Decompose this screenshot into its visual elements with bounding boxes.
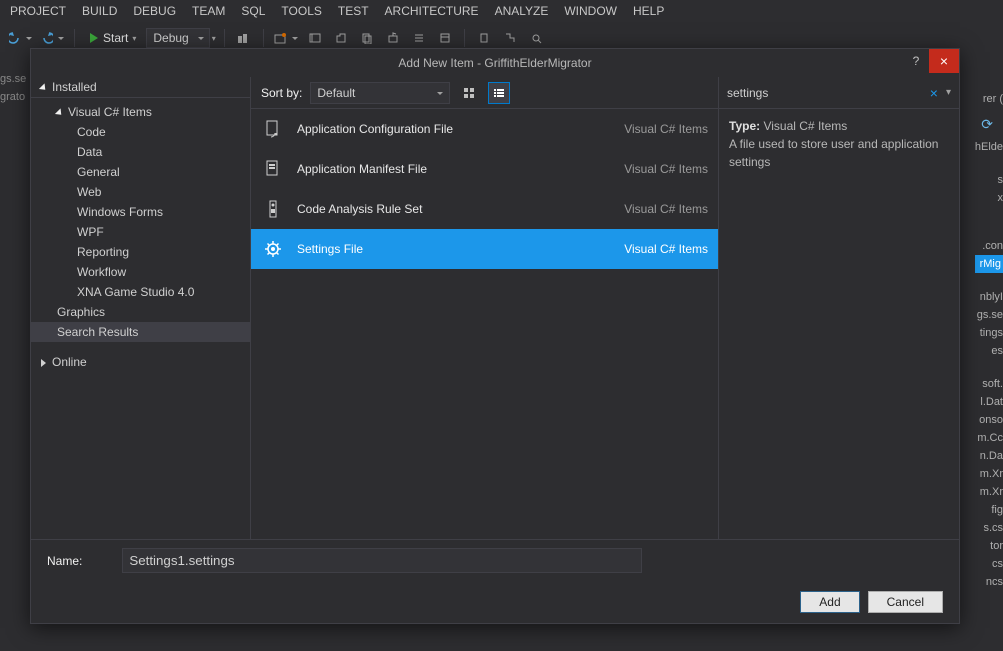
tree-item-winforms[interactable]: Windows Forms <box>31 202 250 222</box>
tool-icon[interactable] <box>408 27 430 49</box>
menu-bar: PROJECT BUILD DEBUG TEAM SQL TOOLS TEST … <box>0 0 1003 22</box>
view-list-button[interactable] <box>488 82 510 104</box>
add-button[interactable]: Add <box>800 591 859 613</box>
menu-test[interactable]: TEST <box>338 4 369 18</box>
type-value: Visual C# Items <box>763 119 847 133</box>
tool-icon[interactable] <box>525 27 547 49</box>
template-item[interactable]: Application Manifest File Visual C# Item… <box>251 149 718 189</box>
separator <box>263 29 264 47</box>
template-label: Settings File <box>297 242 612 256</box>
tree-root[interactable]: Visual C# Items <box>31 102 250 122</box>
menu-help[interactable]: HELP <box>633 4 664 18</box>
tree-item-reporting[interactable]: Reporting <box>31 242 250 262</box>
tree-item-data[interactable]: Data <box>31 142 250 162</box>
template-list-panel: Sort by: Default Application Configurati… <box>251 77 719 539</box>
view-tiles-button[interactable] <box>458 82 480 104</box>
tree-item-wpf[interactable]: WPF <box>31 222 250 242</box>
name-input[interactable] <box>122 548 642 573</box>
info-pane: Type: Visual C# Items A file used to sto… <box>719 109 959 179</box>
tool-icon[interactable] <box>434 27 456 49</box>
ruleset-icon <box>261 197 285 221</box>
tree-item-web[interactable]: Web <box>31 182 250 202</box>
add-new-item-dialog: Add New Item - GriffithElderMigrator ? ×… <box>30 48 960 624</box>
tree-item-code[interactable]: Code <box>31 122 250 142</box>
tree-item-general[interactable]: General <box>31 162 250 182</box>
tool-icon[interactable] <box>330 27 352 49</box>
tool-icon[interactable] <box>272 27 300 49</box>
dialog-title: Add New Item - GriffithElderMigrator <box>398 56 591 70</box>
description: A file used to store user and applicatio… <box>729 135 949 171</box>
menu-window[interactable]: WINDOW <box>564 4 617 18</box>
button-row: Add Cancel <box>31 581 959 623</box>
tool-icon[interactable] <box>499 27 521 49</box>
menu-build[interactable]: BUILD <box>82 4 117 18</box>
template-label: Application Manifest File <box>297 162 612 176</box>
tree-item-xna[interactable]: XNA Game Studio 4.0 <box>31 282 250 302</box>
search-box: × ▾ <box>719 77 959 109</box>
menu-team[interactable]: TEAM <box>192 4 225 18</box>
menu-project[interactable]: PROJECT <box>10 4 66 18</box>
template-category: Visual C# Items <box>624 122 708 136</box>
separator <box>74 29 75 47</box>
menu-sql[interactable]: SQL <box>241 4 265 18</box>
start-button[interactable]: Start ▾ <box>83 29 142 47</box>
separator <box>464 29 465 47</box>
settings-icon <box>261 237 285 261</box>
sort-dropdown[interactable]: Default <box>310 82 450 104</box>
type-label: Type: <box>729 119 760 133</box>
config-file-icon <box>261 117 285 141</box>
template-label: Application Configuration File <box>297 122 612 136</box>
template-category: Visual C# Items <box>624 162 708 176</box>
close-button[interactable]: × <box>929 49 959 73</box>
tool-icon[interactable] <box>473 27 495 49</box>
name-label: Name: <box>47 554 82 568</box>
forward-button[interactable] <box>38 27 66 49</box>
dialog-footer: Name: <box>31 539 959 581</box>
refresh-icon[interactable]: ⟳ <box>981 116 993 133</box>
manifest-file-icon <box>261 157 285 181</box>
background-text-right: rer ( hElde s x .con rMig nblyI gs.se ti… <box>975 90 1003 591</box>
tool-icon[interactable] <box>382 27 404 49</box>
template-category: Visual C# Items <box>624 242 708 256</box>
config-dropdown[interactable]: Debug <box>146 28 209 48</box>
search-clear-button[interactable]: × <box>926 85 942 101</box>
start-label: Start <box>103 31 128 45</box>
menu-architecture[interactable]: ARCHITECTURE <box>385 4 479 18</box>
search-dropdown-button[interactable]: ▾ <box>942 87 955 98</box>
menu-analyze[interactable]: ANALYZE <box>495 4 549 18</box>
sort-label: Sort by: <box>261 86 302 100</box>
tree-item-graphics[interactable]: Graphics <box>31 302 250 322</box>
cancel-button[interactable]: Cancel <box>868 591 943 613</box>
template-category: Visual C# Items <box>624 202 708 216</box>
menu-tools[interactable]: TOOLS <box>281 4 321 18</box>
tool-icon[interactable] <box>304 27 326 49</box>
template-list: Application Configuration File Visual C#… <box>251 109 718 539</box>
tree-item-search-results[interactable]: Search Results <box>31 322 250 342</box>
tree-item-online[interactable]: Online <box>31 352 250 372</box>
tool-icon[interactable] <box>233 27 255 49</box>
template-item[interactable]: Code Analysis Rule Set Visual C# Items <box>251 189 718 229</box>
search-input[interactable] <box>727 86 926 100</box>
tree-item-workflow[interactable]: Workflow <box>31 262 250 282</box>
template-item-selected[interactable]: Settings File Visual C# Items <box>251 229 718 269</box>
dialog-titlebar: Add New Item - GriffithElderMigrator ? × <box>31 49 959 77</box>
menu-debug[interactable]: DEBUG <box>133 4 176 18</box>
template-label: Code Analysis Rule Set <box>297 202 612 216</box>
tool-icon[interactable] <box>356 27 378 49</box>
help-button[interactable]: ? <box>903 49 929 73</box>
background-text-left: gs.se grato <box>0 70 26 106</box>
tree-head-installed[interactable]: Installed <box>31 77 250 98</box>
separator <box>224 29 225 47</box>
tree-panel: Installed Visual C# Items Code Data Gene… <box>31 77 251 539</box>
template-item[interactable]: Application Configuration File Visual C#… <box>251 109 718 149</box>
details-panel: × ▾ Type: Visual C# Items A file used to… <box>719 77 959 539</box>
back-button[interactable] <box>6 27 34 49</box>
